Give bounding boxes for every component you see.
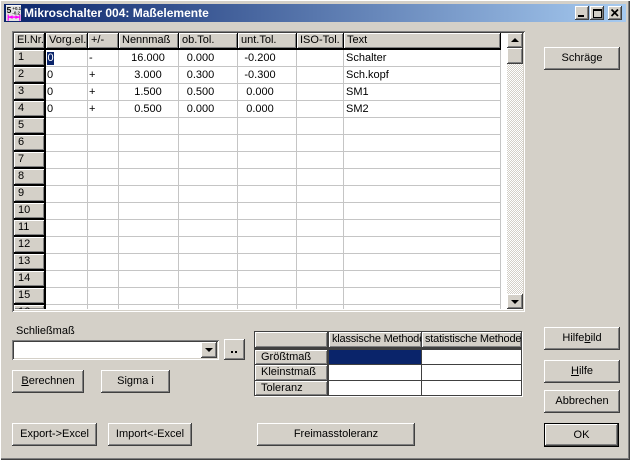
svg-text:5: 5 — [7, 5, 12, 15]
